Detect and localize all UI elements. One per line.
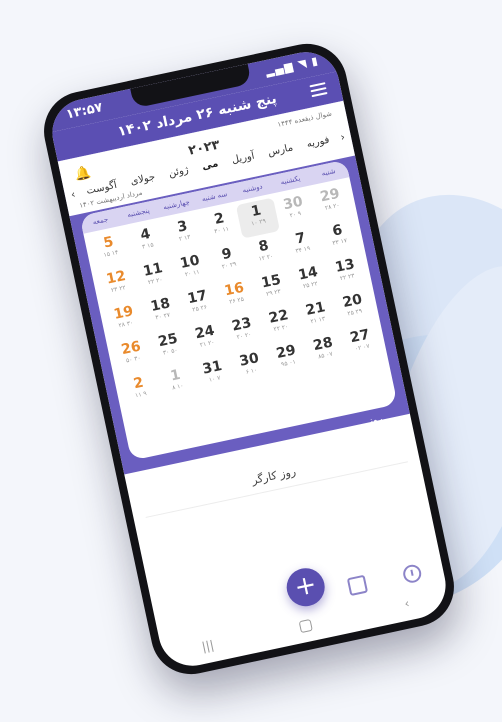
phone-frame: ۱۳:۵۷ ▂▄▆ ◥ ▮ پنج شنبه ۲۶ مرداد ۱۴۰۲ 🔔 ش… <box>36 36 462 682</box>
day-cell[interactable]: 15 ۲۳ ۲۹ <box>251 268 295 309</box>
month-item[interactable]: ژوئن <box>168 165 190 180</box>
chevron-right-icon[interactable]: › <box>339 130 346 144</box>
day-cell[interactable]: 1 ۱۰ ۸ <box>155 362 199 403</box>
day-cell[interactable]: 7 ۱۹ ۳۴ <box>280 225 324 266</box>
month-item[interactable]: آوریل <box>231 151 256 166</box>
day-cell[interactable]: 30 ۱۰ ۶ <box>229 346 273 387</box>
day-cell[interactable]: 12 ۲۲ ۲۳ <box>96 264 140 305</box>
day-cell[interactable]: 29 ۰۱ ۹۵ <box>266 338 310 379</box>
day-cell[interactable]: 2 ۱۱ ۳۰ <box>199 205 243 246</box>
day-cell[interactable]: 4 ۱۵ ۳ <box>125 221 169 262</box>
day-cell[interactable]: 27 ۰۷ ۰۲ <box>339 323 383 364</box>
day-cell[interactable]: 25 ۵۰ ۳۰ <box>147 327 191 368</box>
day-cell[interactable]: 30 ۹ ۲۰ <box>273 190 317 231</box>
day-cell[interactable]: 28 ۰۷ ۸۵ <box>302 331 346 372</box>
month-item[interactable]: مارس <box>267 142 294 158</box>
month-item[interactable]: جولای <box>130 172 157 188</box>
day-cell[interactable]: 11 ۲۰ ۲۲ <box>132 256 176 297</box>
day-cell[interactable]: 16 ۲۵ ۲۶ <box>214 276 258 317</box>
month-item[interactable]: می <box>201 158 219 172</box>
calendar-icon[interactable] <box>346 574 369 597</box>
recents-icon[interactable]: ||| <box>200 638 215 654</box>
month-item[interactable]: فوریه <box>306 135 331 151</box>
day-cell[interactable]: 9 ۲۹ ۲۰ <box>206 241 250 282</box>
day-cell[interactable]: 14 ۲۲ ۲۵ <box>288 260 332 301</box>
tab-day[interactable]: روز <box>367 414 383 428</box>
day-cell[interactable]: 2۹ ۱۱ <box>118 370 162 411</box>
clock-icon[interactable] <box>401 563 423 585</box>
day-cell[interactable]: 20 ۲۹ ۲۵ <box>332 288 376 329</box>
chevron-left-icon[interactable]: ‹ <box>70 188 77 202</box>
day-cell[interactable]: 21 ۱۳ ۲۱ <box>295 295 339 336</box>
day-cell[interactable]: 10 ۱۱ ۲۰ <box>169 248 213 289</box>
back-icon[interactable]: ‹ <box>403 596 411 611</box>
day-cell[interactable]: 31 ۷ ۱۰ <box>192 354 236 395</box>
phone-screen: ۱۳:۵۷ ▂▄▆ ◥ ▮ پنج شنبه ۲۶ مرداد ۱۴۰۲ 🔔 ش… <box>46 45 452 673</box>
day-cell[interactable]: 23 ۲۰ ۲۰ <box>221 311 265 352</box>
day-cell[interactable]: 1 ۲۹ ۱۰ <box>235 197 280 239</box>
day-cell[interactable]: 13 ۲۳ ۲۲ <box>324 252 368 293</box>
day-cell[interactable]: 26 ۳۰ ۵۰ <box>111 335 155 376</box>
day-cell[interactable]: 6 ۱۷ ۳۳ <box>317 217 361 258</box>
day-cell[interactable]: 22 ۲۰ ۲۲ <box>258 303 302 344</box>
day-cell[interactable]: 5 ۱۴ ۱۵ <box>88 229 132 270</box>
day-cell[interactable]: 29 ۲۰ ۲۸ <box>309 182 353 223</box>
status-time: ۱۳:۵۷ <box>64 100 104 123</box>
calendar-active-icon[interactable] <box>253 653 275 673</box>
day-cell[interactable]: 24 ۲۰ ۲۱ <box>184 319 228 360</box>
signal-wifi-battery-icons: ▂▄▆ ◥ ▮ <box>264 54 320 79</box>
home-icon[interactable] <box>298 618 313 634</box>
day-cell[interactable]: 18 ۲۷ ۳۰ <box>140 292 184 333</box>
day-cell[interactable]: 8 ۲۰ ۱۲ <box>243 233 287 274</box>
day-cell[interactable]: 17 ۲۶ ۲۵ <box>177 284 221 325</box>
tab-week[interactable]: هفته <box>253 452 274 467</box>
day-cell[interactable]: 19 ۳۰ ۲۸ <box>103 299 147 340</box>
day-cell[interactable]: 3 ۱۳ ۲ <box>162 213 206 254</box>
active-tab-indicator <box>365 433 370 439</box>
